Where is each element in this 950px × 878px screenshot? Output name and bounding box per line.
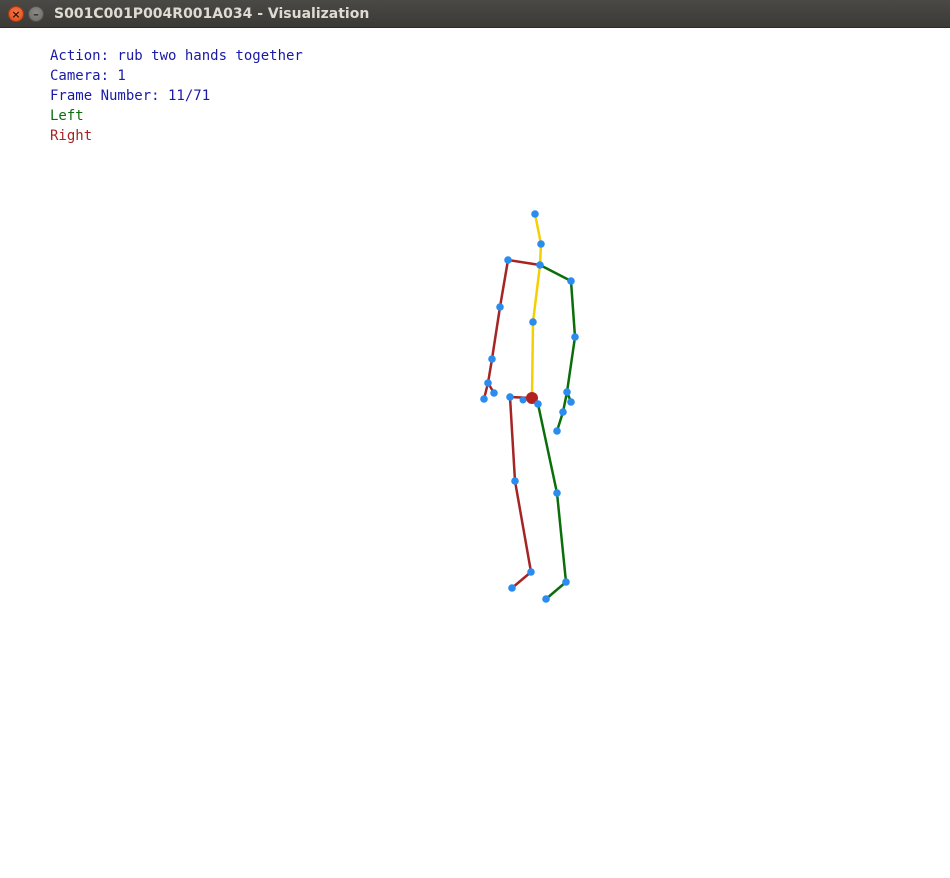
bone-left-hip-to-left-knee [536, 402, 559, 495]
joint-left-ankle [562, 578, 570, 586]
joint-left-knee [553, 489, 561, 497]
minimize-window-button[interactable]: – [28, 6, 44, 22]
joint-spine-mid [529, 318, 537, 326]
joint-right-thumb [490, 389, 498, 397]
bone-right-hip-to-right-knee [508, 395, 517, 483]
joint-right-knee [511, 477, 519, 485]
bone-spine-shoulder-to-left-shoulder [538, 263, 573, 283]
bone-right-knee-to-right-ankle [513, 479, 533, 574]
joint-right-elbow [496, 303, 504, 311]
joint-right-hand-tip [480, 395, 488, 403]
close-icon: × [11, 7, 21, 21]
bone-spine-shoulder-to-spine-mid [531, 263, 542, 324]
joint-left-elbow [571, 333, 579, 341]
joint-pelvis-point [519, 396, 527, 404]
joint-right-foot [508, 584, 516, 592]
bones-layer [482, 212, 577, 601]
joint-left-hand-tip [553, 427, 561, 435]
joint-spine-shoulder [536, 261, 544, 269]
bone-left-ankle-to-left-foot [544, 580, 568, 601]
joint-head [531, 210, 539, 218]
bone-left-knee-to-left-ankle [555, 491, 568, 584]
window-title: S001C001P004R001A034 - Visualization [54, 6, 370, 22]
joint-left-shoulder [567, 277, 575, 285]
bone-left-shoulder-to-left-elbow [569, 279, 577, 339]
joint-neck [537, 240, 545, 248]
joint-left-thumb [567, 398, 575, 406]
bone-spine-shoulder-to-right-shoulder [506, 258, 542, 267]
joint-right-hip [506, 393, 514, 401]
bone-head-to-neck [533, 212, 543, 246]
bone-right-shoulder-to-right-elbow [498, 258, 510, 309]
bone-right-elbow-to-right-wrist [490, 305, 502, 361]
minimize-icon: – [33, 7, 39, 21]
joint-right-wrist [488, 355, 496, 363]
close-window-button[interactable]: × [8, 6, 24, 22]
skeleton-canvas [480, 210, 579, 603]
joint-left-hand [559, 408, 567, 416]
joint-left-foot [542, 595, 550, 603]
joint-right-ankle [527, 568, 535, 576]
bone-left-elbow-to-left-wrist [565, 335, 577, 394]
joint-left-hip [534, 400, 542, 408]
title-bar[interactable]: × – S001C001P004R001A034 - Visualization [0, 0, 950, 28]
joint-left-wrist [563, 388, 571, 396]
joint-right-shoulder [504, 256, 512, 264]
bone-spine-mid-to-spine-base [530, 320, 535, 400]
visualization-window: × – S001C001P004R001A034 - Visualization… [0, 0, 950, 878]
joint-right-hand [484, 379, 492, 387]
